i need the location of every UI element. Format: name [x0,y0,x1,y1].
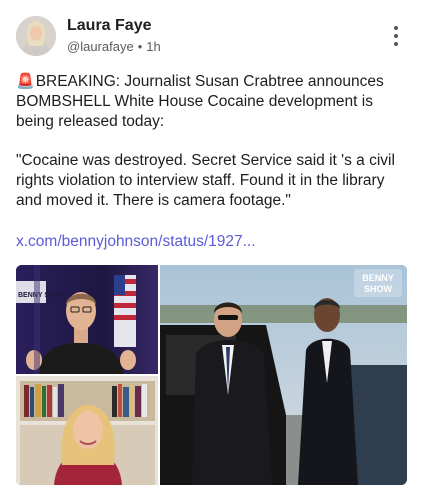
svg-text:SHOW: SHOW [364,284,393,294]
meta-separator: • [137,39,143,54]
agent-suit [192,340,272,485]
menu-dot [394,42,398,46]
headline-text: BREAKING: Journalist Susan Crabtree anno… [16,73,384,130]
post-link[interactable]: x.com/bennyjohnson/status/1927... [16,233,256,251]
media-collage: BENNY SHOW BENNY SHOW [16,265,407,485]
menu-dot [394,34,398,38]
post-body: 🚨BREAKING: Journalist Susan Crabtree ann… [16,72,408,211]
agent-sunglasses [218,315,238,320]
post-card: Laura Faye @laurafaye • 1h 🚨BREAKING: Jour… [0,0,423,500]
post-quote: "Cocaine was destroyed. Secret Service s… [16,152,395,209]
watermark-left: BENNY SHOW [18,292,66,299]
post-time[interactable]: 1h [146,39,160,54]
menu-dot [394,26,398,30]
host-hand-right [120,350,136,370]
panel-divider [16,374,159,376]
post-headline: 🚨BREAKING: Journalist Susan Crabtree ann… [16,72,408,132]
treeline [159,305,407,323]
author-name[interactable]: Laura Faye [67,17,151,35]
more-vertical-icon[interactable] [388,26,404,46]
siren-icon: 🚨 [16,73,35,90]
post-meta: @laurafaye • 1h [67,39,161,54]
author-handle[interactable]: @laurafaye [67,39,134,54]
svg-text:BENNY: BENNY [362,273,394,283]
avatar[interactable] [16,16,56,56]
watermark-right: BENNY SHOW [354,269,402,297]
post-media[interactable]: BENNY SHOW BENNY SHOW [16,265,407,485]
